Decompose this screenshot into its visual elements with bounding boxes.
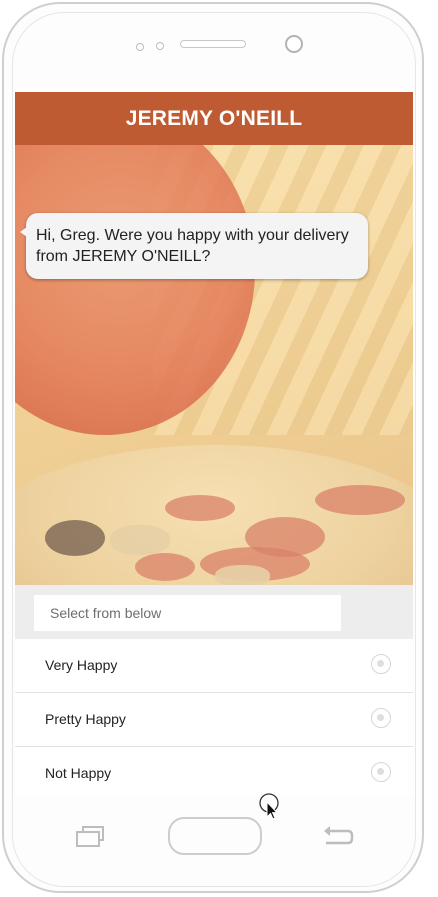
option-pretty-happy[interactable]: Pretty Happy [15, 693, 413, 747]
pizza-background-image: Hi, Greg. Were you happy with your deliv… [15, 145, 413, 585]
select-input[interactable] [34, 595, 341, 631]
sensor-dot [136, 43, 144, 51]
radio-icon[interactable] [371, 654, 391, 674]
option-very-happy[interactable]: Very Happy [15, 639, 413, 693]
radio-icon[interactable] [371, 708, 391, 728]
recent-apps-icon[interactable] [76, 826, 106, 848]
option-label: Not Happy [45, 765, 112, 781]
earpiece-speaker [180, 40, 246, 48]
app-screen: JEREMY O'NEILL Hi, Greg. Were you happy … [15, 92, 413, 797]
back-arrow-icon[interactable] [318, 823, 358, 851]
chat-bubble: Hi, Greg. Were you happy with your deliv… [20, 213, 368, 279]
select-bar [15, 585, 413, 639]
mouse-cursor-icon [258, 792, 280, 820]
front-camera [285, 35, 303, 53]
radio-icon[interactable] [371, 762, 391, 782]
option-label: Very Happy [45, 657, 118, 673]
option-not-happy[interactable]: Not Happy [15, 747, 413, 797]
app-title: JEREMY O'NEILL [125, 106, 303, 130]
options-list: Very Happy Pretty Happy Not Happy [15, 639, 413, 797]
sensor-dot [156, 42, 164, 50]
home-button[interactable] [168, 817, 262, 855]
option-label: Pretty Happy [45, 711, 126, 727]
chat-message: Hi, Greg. Were you happy with your deliv… [36, 227, 349, 265]
app-header: JEREMY O'NEILL [15, 92, 413, 145]
